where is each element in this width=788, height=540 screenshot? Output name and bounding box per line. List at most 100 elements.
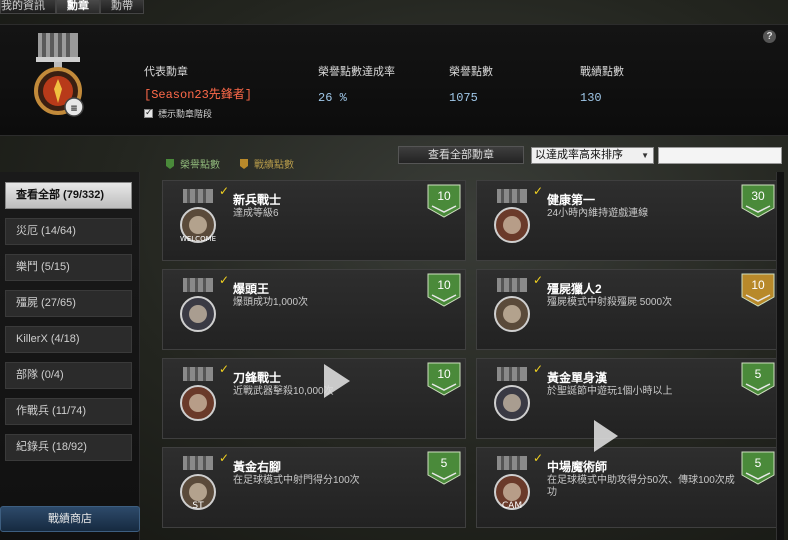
category-recorder[interactable]: 紀錄兵 (18/92) — [5, 434, 132, 461]
search-input[interactable] — [658, 147, 782, 164]
honor-points-badge: 5 — [741, 362, 775, 396]
achieved-check-icon: ✓ — [533, 362, 544, 376]
stat-value: 26 % — [318, 91, 347, 105]
view-all-medals-button[interactable]: 查看全部勳章 — [398, 146, 524, 164]
stat-battle-points: 戰績點數 130 — [580, 63, 624, 105]
show-level-toggle[interactable]: 標示勳章階段 — [144, 107, 252, 120]
medal-card[interactable]: CAM ✓ 中場魔術師 在足球模式中助攻得分50次、傳球100次成功 5 — [476, 447, 780, 528]
achieved-check-icon: ✓ — [219, 451, 230, 465]
medal-card[interactable]: ✓ 殭屍獵人2 殭屍模式中射殺殭屍 5000次 10 — [476, 269, 780, 350]
achieved-check-icon: ✓ — [219, 362, 230, 376]
stat-label: 榮譽點數達成率 — [318, 66, 395, 78]
rep-medal-label: 代表勳章 — [144, 66, 188, 78]
honor-points-badge: 10 — [427, 273, 461, 307]
scrollbar[interactable] — [776, 172, 784, 540]
honor-points-badge: 5 — [427, 451, 461, 485]
stat-label: 榮譽點數 — [449, 66, 493, 78]
representative-medal: 代表勳章 [Season23先鋒者] 標示勳章階段 — [144, 63, 252, 120]
points-value: 30 — [751, 189, 765, 203]
legend-battle-label: 戰績點數 — [254, 160, 294, 171]
stat-value: 130 — [580, 91, 602, 105]
medal-grid: WELCOME ✓ 新兵戰士 達成等級6 10 ✓ 健康第一 24小時內維持遊戲連線 30 ✓ 爆頭… — [162, 172, 780, 540]
medal-card[interactable]: ✓ 爆頭王 爆頭成功1,000次 10 — [162, 269, 466, 350]
category-killerx[interactable]: KillerX (4/18) — [5, 326, 132, 353]
medal-description: 達成等級6 — [233, 208, 279, 219]
honor-points-badge: 10 — [427, 362, 461, 396]
medal-icon-text: CAM — [502, 501, 522, 511]
sort-dropdown[interactable]: 以達成率高來排序 ▼ — [531, 147, 654, 164]
category-zombie[interactable]: 殭屍 (27/65) — [5, 290, 132, 317]
medal-icon-text: WELCOME — [180, 235, 216, 243]
points-value: 10 — [751, 278, 765, 292]
rep-medal-value: [Season23先鋒者] — [144, 88, 253, 102]
legend-honor-label: 榮譽點數 — [180, 160, 220, 171]
top-tabs: 我的資訊 勳章 勳帶 — [0, 0, 144, 14]
achieved-check-icon: ✓ — [533, 451, 544, 465]
medal-description: 爆頭成功1,000次 — [233, 297, 309, 308]
points-value: 10 — [437, 367, 451, 381]
medal-description: 在足球模式中射門得分100次 — [233, 475, 360, 486]
points-value: 5 — [754, 367, 762, 381]
honor-points-badge: 10 — [427, 184, 461, 218]
legend-battle: 戰績點數 — [240, 156, 294, 171]
checkbox-icon[interactable] — [144, 107, 153, 118]
medal-name: 黃金右腳 — [233, 460, 282, 474]
medal-description: 殭屍模式中射殺殭屍 5000次 — [547, 297, 673, 308]
category-operator[interactable]: 作戰兵 (11/74) — [5, 398, 132, 425]
show-level-label: 標示勳章階段 — [158, 109, 213, 119]
stat-label: 戰績點數 — [580, 66, 624, 78]
achieved-check-icon: ✓ — [533, 273, 544, 287]
category-fight[interactable]: 樂鬥 (5/15) — [5, 254, 132, 281]
golden-foot-medal-icon: ST — [180, 456, 216, 511]
medal-name: 刀鋒戰士 — [233, 371, 282, 385]
skull-medal-icon — [180, 278, 216, 332]
golden-single-medal-icon — [494, 367, 530, 421]
achieved-check-icon: ✓ — [219, 273, 230, 287]
medal-summary-panel: ? ≡ 代表勳章 [Season23先鋒者] 標示勳章階段 榮譽點數達成率 26… — [0, 24, 788, 136]
points-value: 5 — [440, 456, 448, 470]
points-value: 5 — [754, 456, 762, 470]
legend-honor: 榮譽點數 — [166, 156, 220, 171]
tab-ribbons[interactable]: 勳帶 — [100, 0, 144, 14]
tab-my-info[interactable]: 我的資訊 — [0, 0, 56, 14]
medal-card[interactable]: WELCOME ✓ 新兵戰士 達成等級6 10 — [162, 180, 466, 261]
help-icon[interactable]: ? — [763, 30, 776, 43]
zombie-hunter-medal-icon — [494, 278, 530, 332]
medal-card[interactable]: ✓ 黃金單身漢 於聖誕節中遊玩1個小時以上 5 — [476, 358, 780, 439]
honor-points-badge: 5 — [741, 451, 775, 485]
medal-card[interactable]: ✓ 刀鋒戰士 近戰武器擊殺10,000次 10 — [162, 358, 466, 439]
medal-name: 殭屍獵人2 — [547, 282, 602, 296]
achieved-check-icon: ✓ — [533, 184, 544, 198]
play-icon — [594, 420, 618, 452]
points-value: 10 — [437, 189, 451, 203]
play-icon — [324, 364, 350, 398]
medal-icon-text: ST — [192, 501, 204, 511]
stat-value: 1075 — [449, 91, 478, 105]
medal-description: 在足球模式中助攻得分50次、傳球100次成功 — [547, 475, 735, 498]
medal-name: 新兵戰士 — [233, 193, 282, 207]
category-squad[interactable]: 部隊 (0/4) — [5, 362, 132, 389]
svg-text:≡: ≡ — [70, 104, 78, 114]
achieved-check-icon: ✓ — [219, 184, 230, 198]
battle-points-badge: 10 — [741, 273, 775, 307]
medal-card[interactable]: ✓ 健康第一 24小時內維持遊戲連線 30 — [476, 180, 780, 261]
battle-shop-button[interactable]: 戰績商店 — [0, 506, 140, 532]
medal-name: 健康第一 — [547, 193, 596, 207]
category-all[interactable]: 查看全部 (79/332) — [5, 182, 132, 209]
honor-badge-icon — [166, 158, 174, 169]
honor-points-badge: 30 — [741, 184, 775, 218]
welcome-medal-icon: WELCOME — [180, 189, 216, 243]
medal-card[interactable]: ST ✓ 黃金右腳 在足球模式中射門得分100次 5 — [162, 447, 466, 528]
medal-name: 爆頭王 — [233, 282, 270, 296]
points-value: 10 — [437, 278, 451, 292]
medal-description: 24小時內維持遊戲連線 — [547, 208, 649, 219]
battle-badge-icon — [240, 158, 248, 169]
stat-honor-rate: 榮譽點數達成率 26 % — [318, 63, 395, 105]
stat-honor-points: 榮譽點數 1075 — [449, 63, 493, 105]
representative-medal-icon: ≡ — [34, 33, 84, 117]
blade-medal-icon — [180, 367, 216, 421]
tab-medals[interactable]: 勳章 — [56, 0, 100, 14]
medal-name: 黃金單身漢 — [547, 371, 608, 385]
category-disaster[interactable]: 災厄 (14/64) — [5, 218, 132, 245]
medal-description: 於聖誕節中遊玩1個小時以上 — [547, 386, 673, 397]
